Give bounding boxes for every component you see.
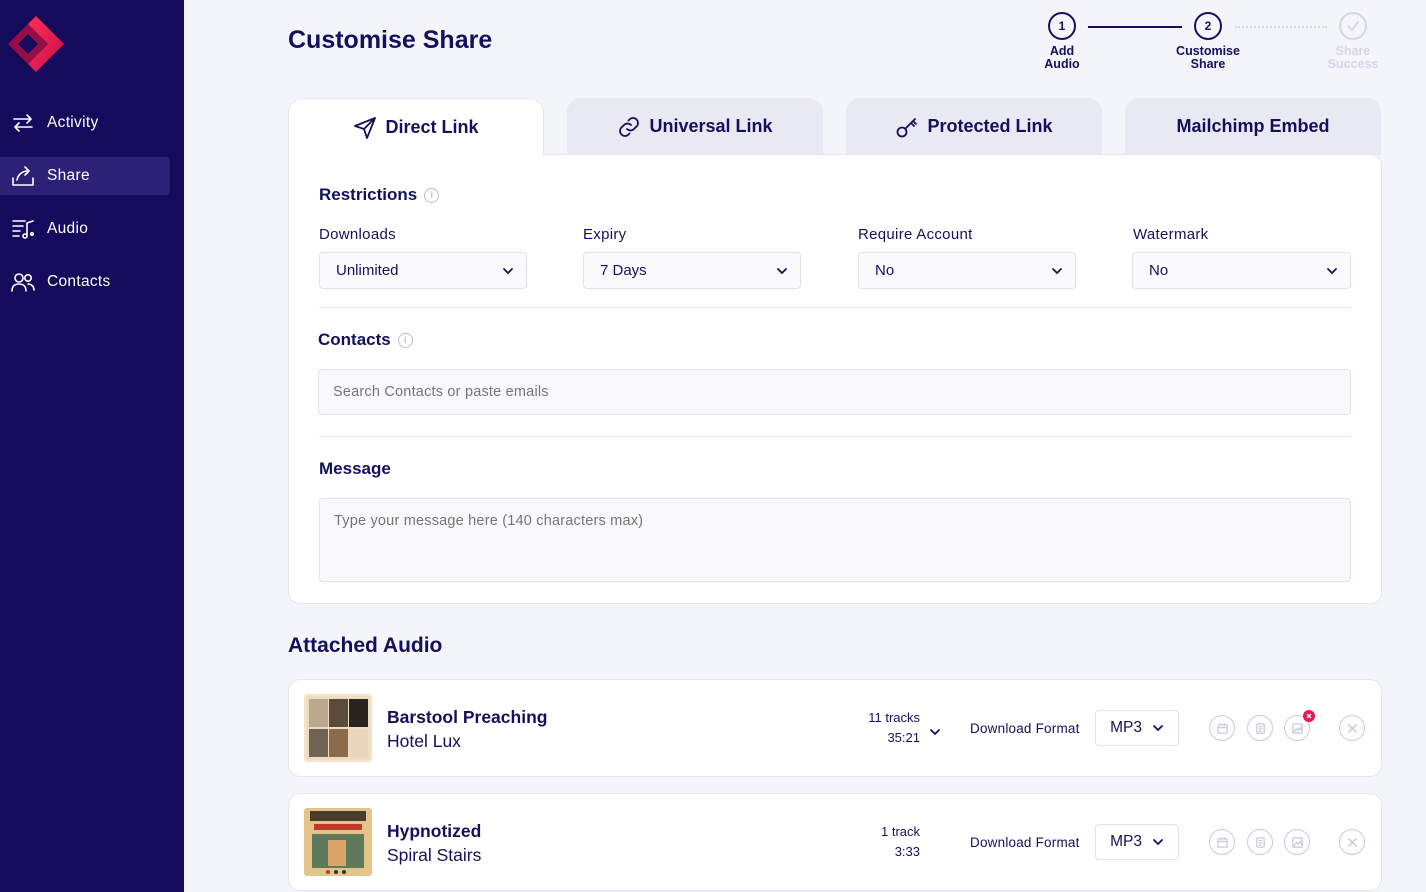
step-share-success: Share Success [1313,12,1393,70]
album-artwork [304,694,372,762]
download-format-label: Download Format [970,721,1080,736]
page-title: Customise Share [288,26,493,54]
sidebar-item-contacts[interactable]: Contacts [0,263,170,301]
close-icon[interactable] [1339,829,1365,855]
sidebar-item-audio[interactable]: Audio [0,210,170,248]
require-account-select[interactable]: No [858,252,1076,289]
calendar-icon[interactable] [1209,829,1235,855]
audio-item: Hypnotized Spiral Stairs 1 track 3:33 Do… [288,793,1382,891]
step-number: 2 [1194,12,1222,40]
divider [319,436,1351,437]
expiry-label: Expiry [583,226,627,243]
download-format-label: Download Format [970,835,1080,850]
share-tray-icon [10,163,36,189]
artwork-icon[interactable] [1284,710,1315,741]
step-number: 1 [1048,12,1076,40]
track-duration: 3:33 [894,844,920,859]
arrows-exchange-icon [10,110,36,136]
chevron-down-icon [1051,262,1063,279]
chevron-down-icon [776,262,788,279]
download-format-select[interactable]: MP3 [1095,710,1179,746]
message-heading: Message [319,459,391,479]
step-label: Success [1327,56,1379,71]
step-customise-share: 2 Customise Share [1168,12,1248,70]
downloads-select[interactable]: Unlimited [319,252,527,289]
restrictions-heading: Restrictions i [319,185,440,205]
download-format-select[interactable]: MP3 [1095,824,1179,860]
calendar-icon[interactable] [1209,715,1235,741]
step-add-audio[interactable]: 1 Add Audio [1022,12,1102,70]
share-settings-card: Restrictions i Downloads Unlimited Expir… [288,154,1382,604]
audio-artist: Hotel Lux [387,731,461,751]
step-label: Audio [1044,56,1080,71]
chevron-down-icon[interactable] [929,723,941,741]
track-count: 1 track [880,824,920,839]
chevron-down-icon [1326,262,1338,279]
attached-audio-heading: Attached Audio [288,634,443,657]
chevron-down-icon [502,262,514,279]
expiry-select[interactable]: 7 Days [583,252,801,289]
check-icon [1339,12,1367,40]
sidebar-item-share[interactable]: Share [0,157,170,195]
key-icon [895,115,919,139]
tab-label: Universal Link [649,116,773,136]
audio-title: Hypnotized [387,821,482,841]
users-icon [10,269,36,295]
watermark-select[interactable]: No [1132,252,1351,289]
select-value: MP3 [1110,833,1142,850]
track-count: 11 tracks [868,710,920,725]
sidebar-item-label: Audio [47,220,89,237]
select-value: 7 Days [600,262,647,279]
tab-label: Protected Link [927,116,1053,136]
chevron-down-icon [1152,719,1164,737]
track-duration: 35:21 [887,730,920,745]
track-info: 11 tracks 35:21 [849,708,920,748]
sidebar-item-label: Activity [47,114,99,131]
remove-badge-icon[interactable] [1303,710,1315,722]
tab-label: Mailchimp Embed [1176,116,1330,136]
section-title-text: Restrictions [319,185,418,204]
audio-artist: Spiral Stairs [387,845,482,865]
select-value: No [875,262,895,279]
sidebar: Activity Share Audio Contacts [0,0,184,892]
info-icon[interactable]: i [424,187,440,203]
progress-stepper: 1 Add Audio 2 Customise Share Share Success [1030,12,1400,82]
link-icon [617,115,641,139]
divider [319,307,1351,308]
message-textarea[interactable] [319,498,1351,582]
album-artwork [304,808,372,876]
downloads-label: Downloads [319,226,396,243]
notes-icon[interactable] [1247,829,1273,855]
watermark-label: Watermark [1133,226,1209,243]
section-title-text: Message [319,459,391,478]
select-value: No [1149,262,1169,279]
select-value: Unlimited [336,262,399,279]
tab-direct-link[interactable]: Direct Link [288,98,544,156]
tab-universal-link[interactable]: Universal Link [567,98,823,155]
sidebar-item-activity[interactable]: Activity [0,104,170,142]
require-account-label: Require Account [858,226,973,243]
artwork-icon[interactable] [1284,829,1310,855]
select-value: MP3 [1110,719,1142,736]
close-icon[interactable] [1339,715,1365,741]
contacts-search-input[interactable] [318,369,1351,415]
track-info: 1 track 3:33 [849,822,920,862]
tab-mailchimp-embed[interactable]: Mailchimp Embed [1125,98,1381,155]
section-title-text: Contacts [318,330,391,349]
chevron-down-icon [1152,833,1164,851]
contacts-heading: Contacts i [318,330,413,350]
sidebar-item-label: Contacts [47,273,111,290]
audio-title: Barstool Preaching [387,707,548,727]
tab-protected-link[interactable]: Protected Link [846,98,1102,155]
sidebar-item-label: Share [47,167,90,184]
notes-icon[interactable] [1247,715,1273,741]
audio-item: Barstool Preaching Hotel Lux 11 tracks 3… [288,679,1382,777]
tab-label: Direct Link [385,117,479,137]
info-icon[interactable]: i [397,332,413,348]
playlist-music-icon [10,216,36,242]
app-logo[interactable] [6,14,66,74]
paper-plane-icon [353,116,377,140]
step-label: Share [1190,56,1226,71]
